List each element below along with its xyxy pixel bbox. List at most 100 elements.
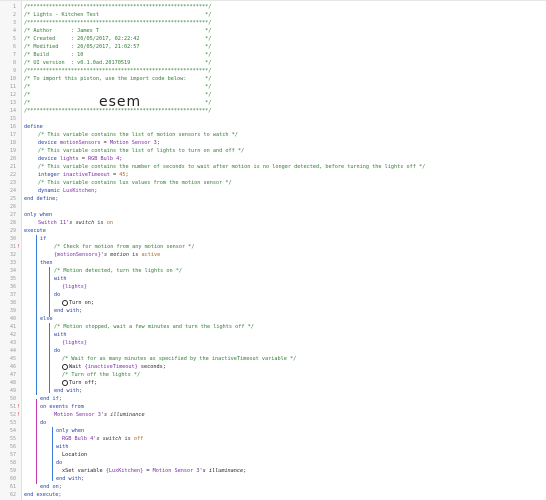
line-number: 38	[9, 300, 16, 306]
code-line[interactable]: {motionSensors}'s motion is active	[54, 251, 546, 259]
line-number: 30	[9, 236, 16, 242]
code-line: end with;	[54, 308, 83, 314]
code-line[interactable]: Motion Sensor 3's illuminance	[54, 411, 546, 419]
line-number: 61	[9, 484, 16, 490]
line-number: 36	[9, 284, 16, 290]
code-line[interactable]: dynamic LuxKitchen;	[38, 187, 546, 195]
code-line[interactable]: device motionSensors = Motion Sensor 3;	[38, 139, 546, 147]
code-line: /***************************************…	[24, 108, 212, 114]
line-number: 37	[9, 292, 16, 298]
code-line: /* This variable contains lux values fro…	[38, 180, 232, 186]
code-line: /* Check for motion from any motion sens…	[54, 244, 195, 250]
code-line: /* Turn off the lights */	[62, 372, 141, 378]
line-number: 24	[9, 188, 16, 194]
code-line[interactable]: device lights = RGB Bulb 4;	[38, 155, 546, 163]
line-number: 27	[9, 212, 16, 218]
line-number: 39	[9, 308, 16, 314]
line-number: 20	[9, 156, 16, 162]
code-line[interactable]: integer inactiveTimeout = 45;	[38, 171, 546, 179]
code-line: /* Author : James T */	[24, 28, 212, 34]
line-number: 54	[9, 428, 16, 434]
code-line: only when	[24, 212, 53, 218]
code-line: /* Created : 20/05/2017, 02:22:42 */	[24, 36, 212, 42]
line-number: 58	[9, 460, 16, 466]
line-number: 18	[9, 140, 16, 146]
code-line[interactable]: Turn off;	[62, 379, 546, 387]
code-line: end define;	[24, 196, 59, 202]
line-number: 62	[9, 492, 16, 498]
code-line: else	[40, 316, 53, 322]
code-line: {lights}	[62, 284, 87, 290]
indent-guide	[36, 399, 37, 484]
code-line[interactable]: Wait {inactiveTimeout} seconds;	[62, 363, 546, 371]
warning-marker-icon[interactable]: !	[17, 403, 20, 411]
line-number: 31	[9, 244, 16, 250]
line-number: 32	[9, 252, 16, 258]
code-line: /* This variable contains the list of mo…	[38, 132, 238, 138]
line-number: 10	[9, 76, 16, 82]
code-line: do	[56, 460, 63, 466]
line-number: 17	[9, 132, 16, 138]
code-line[interactable]: Turn on;	[62, 299, 546, 307]
code-line: /* Wait for as many minutes as specified…	[62, 356, 297, 362]
line-number: 22	[9, 172, 16, 178]
code-line[interactable]: RGB Bulb 4's switch is off	[62, 435, 546, 443]
line-number: 29	[9, 228, 16, 234]
code-line: /* To import this piston, use the import…	[24, 76, 212, 82]
line-number: 25	[9, 196, 16, 202]
code-line: /***************************************…	[24, 4, 212, 10]
indent-guide	[49, 267, 50, 317]
line-number: 41	[9, 324, 16, 330]
code-line: /* This variable contains the number of …	[38, 164, 426, 170]
indent-guide	[52, 427, 53, 481]
line-number: 21	[9, 164, 16, 170]
line-number: 44	[9, 348, 16, 354]
warning-marker-icon[interactable]: !	[17, 411, 20, 419]
line-number: 49	[9, 388, 16, 394]
line-number: 51	[9, 404, 16, 410]
code-line[interactable]: Switch 11's switch is on	[38, 219, 546, 227]
line-number: 26	[9, 204, 16, 210]
code-line: do	[40, 420, 47, 426]
line-number: 3	[12, 20, 16, 26]
code-line[interactable]: with	[54, 331, 546, 339]
code-line[interactable]: only when	[56, 427, 546, 435]
warning-marker-icon[interactable]: !	[17, 243, 20, 251]
indent-guide	[49, 323, 50, 393]
code-line[interactable]: on events from	[40, 403, 546, 411]
line-number: 55	[9, 436, 16, 442]
line-number: 56	[9, 444, 16, 450]
code-line: then	[40, 260, 53, 266]
code-line: Location	[62, 452, 87, 458]
piston-code-editor: 1 2 3 4 5 6 7 8 9 10 11 12 13 14 15 16 17 18 19 20 21 22 23 24 2…	[0, 0, 546, 500]
line-number: 50	[9, 396, 16, 402]
line-number: 4	[12, 28, 16, 34]
line-number: 2	[12, 12, 16, 18]
code-line: /***************************************…	[24, 20, 212, 26]
line-number: 52	[9, 412, 16, 418]
code-line: /* Motion stopped, wait a few minutes an…	[54, 324, 254, 330]
line-number: 16	[9, 124, 16, 130]
line-number: 42	[9, 332, 16, 338]
code-line[interactable]: if	[40, 235, 546, 243]
code-line: end execute;	[24, 492, 62, 498]
line-number: 23	[9, 180, 16, 186]
code-line: /* */	[24, 100, 212, 106]
code-line[interactable]: with	[56, 443, 546, 451]
line-number: 53	[9, 420, 16, 426]
indent-guide	[36, 235, 37, 395]
line-number: 13	[9, 100, 16, 106]
code-line: /* This variable contains the list of li…	[38, 148, 245, 154]
line-number: 14	[9, 108, 16, 114]
line-number: 46	[9, 364, 16, 370]
code-line: execute	[24, 228, 46, 234]
code-line[interactable]: xSet variable {LuxKitchen} = Motion Sens…	[62, 467, 546, 475]
power-icon	[62, 379, 68, 386]
line-number: 34	[9, 268, 16, 274]
code-line: /* Motion detected, turn the lights on *…	[54, 268, 183, 274]
code-line[interactable]: with	[54, 275, 546, 283]
code-line: end on;	[40, 484, 62, 490]
line-number: 12	[9, 92, 16, 98]
line-number: 35	[9, 276, 16, 282]
power-icon	[62, 299, 68, 306]
